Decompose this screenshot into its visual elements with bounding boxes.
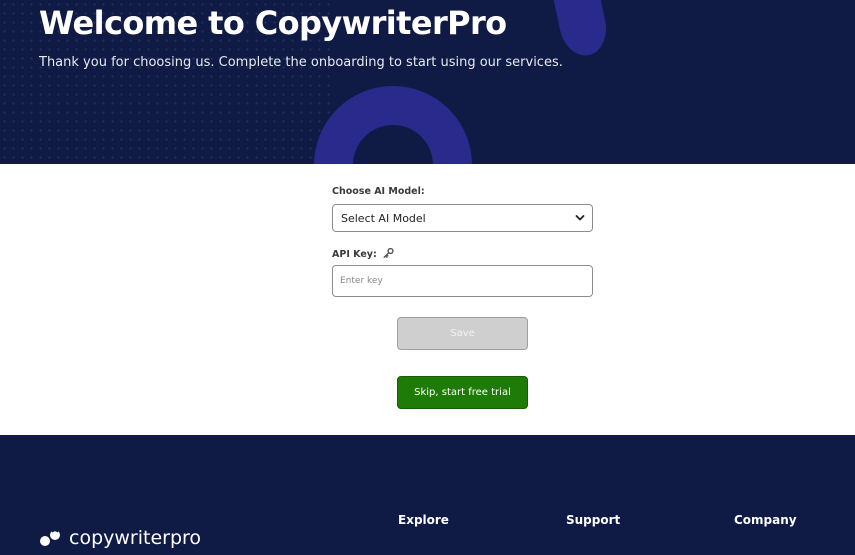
onboarding-form: Choose AI Model: Select AI Model API Key… [0, 164, 855, 435]
footer: copywriterpro Explore Support Company [0, 435, 855, 555]
decorative-blob [548, 0, 612, 60]
footer-col-support: Support [566, 513, 621, 527]
model-label: Choose AI Model: [332, 186, 425, 197]
logo-mark-icon [40, 529, 60, 546]
save-button[interactable]: Save [397, 317, 528, 350]
api-key-input[interactable] [332, 265, 593, 297]
api-key-label-text: API Key: [332, 249, 377, 260]
model-label-text: Choose AI Model: [332, 186, 425, 197]
footer-col-company: Company [734, 513, 797, 527]
page-subtitle: Thank you for choosing us. Complete the … [39, 55, 563, 70]
logo-text: copywriterpro [69, 527, 202, 549]
ai-model-selected-value: Select AI Model [341, 211, 426, 225]
ai-model-select[interactable]: Select AI Model [332, 204, 593, 232]
api-key-label: API Key: [332, 248, 394, 260]
decorative-ring [314, 86, 472, 164]
key-icon [383, 248, 394, 258]
skip-free-trial-button[interactable]: Skip, start free trial [397, 376, 528, 409]
hero-banner: Welcome to CopywriterPro Thank you for c… [0, 0, 855, 164]
chevron-down-icon [575, 215, 585, 221]
page-title: Welcome to CopywriterPro [39, 4, 507, 42]
footer-col-explore: Explore [398, 513, 449, 527]
footer-logo[interactable]: copywriterpro [39, 527, 201, 549]
